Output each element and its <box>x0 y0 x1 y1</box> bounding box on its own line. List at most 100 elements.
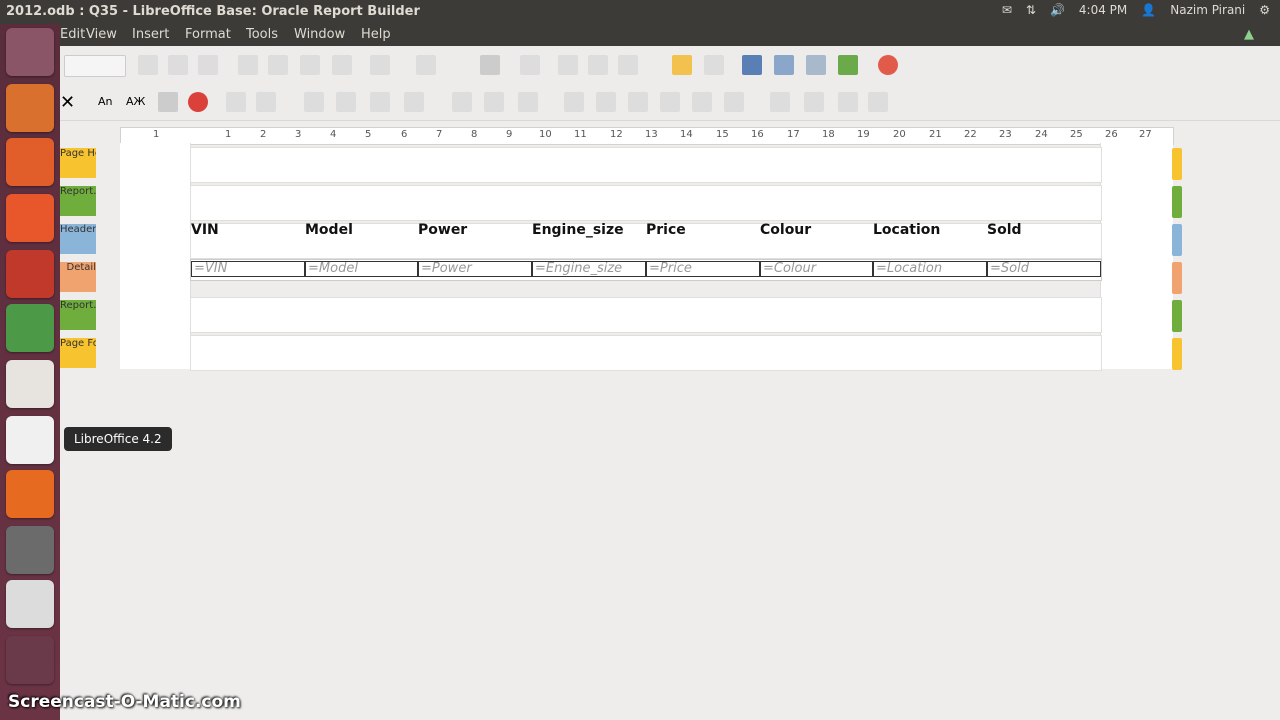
copy-icon[interactable] <box>588 55 608 75</box>
shrink-top-icon[interactable] <box>484 92 504 112</box>
page-header-section[interactable] <box>190 147 1102 183</box>
report-footer-section[interactable] <box>190 297 1102 333</box>
field-model[interactable]: =Model <box>305 261 418 277</box>
section-tab-page-header[interactable]: Page He… <box>60 148 96 178</box>
menu-help[interactable]: Help <box>361 27 391 42</box>
power-icon[interactable]: ⚙ <box>1259 3 1270 17</box>
distribute-h-icon[interactable] <box>770 92 790 112</box>
ubuntu-software-icon[interactable] <box>6 138 54 186</box>
user-name[interactable]: Nazim Pirani <box>1170 3 1245 17</box>
align-left-objects-icon[interactable] <box>304 92 324 112</box>
header-label-sold[interactable]: Sold <box>987 222 1022 238</box>
close-icon[interactable]: ✕ <box>60 92 75 113</box>
align-right-icon[interactable] <box>300 55 320 75</box>
workspace-switcher-icon[interactable] <box>6 636 54 684</box>
section-tab-header[interactable]: Header <box>60 224 96 254</box>
page-footer-section[interactable] <box>190 335 1102 371</box>
menu-view[interactable]: View <box>86 27 117 42</box>
field-price[interactable]: =Price <box>646 261 760 277</box>
menu-window[interactable]: Window <box>294 27 345 42</box>
undo-icon[interactable] <box>672 55 692 75</box>
section-tab-report-footer[interactable]: Report… <box>60 300 96 330</box>
ruler-tick: 4 <box>330 129 337 140</box>
label-field-icon[interactable]: An <box>98 95 113 108</box>
image-icon[interactable] <box>158 92 178 112</box>
libreoffice-icon[interactable] <box>6 416 54 464</box>
header-label-price[interactable]: Price <box>646 222 686 238</box>
align-left-icon[interactable] <box>238 55 258 75</box>
move-icon[interactable] <box>838 92 858 112</box>
add-field-icon[interactable] <box>774 55 794 75</box>
conditional-format-icon[interactable] <box>370 55 390 75</box>
header-label-model[interactable]: Model <box>305 222 353 238</box>
horizontal-line-icon[interactable] <box>226 92 246 112</box>
redo-icon[interactable] <box>704 55 724 75</box>
chrome-icon[interactable] <box>6 304 54 352</box>
largest-width-icon[interactable] <box>596 92 616 112</box>
bold-icon[interactable] <box>138 55 158 75</box>
header-label-power[interactable]: Power <box>418 222 467 238</box>
paste-icon[interactable] <box>618 55 638 75</box>
grid-icon[interactable] <box>868 92 888 112</box>
menu-insert[interactable]: Insert <box>132 27 169 42</box>
section-tab-report-header[interactable]: Report… <box>60 186 96 216</box>
chart-icon[interactable] <box>188 92 208 112</box>
execute-report-icon[interactable] <box>838 55 858 75</box>
sorting-grouping-icon[interactable] <box>806 55 826 75</box>
system-settings-icon[interactable] <box>6 250 54 298</box>
volume-icon[interactable]: 🔊 <box>1050 3 1065 17</box>
field-vin[interactable]: =VIN <box>191 261 305 277</box>
header-label-colour[interactable]: Colour <box>760 222 811 238</box>
header-label-engine-size[interactable]: Engine_size <box>532 222 624 238</box>
section-tab-page-footer[interactable]: Page Fo… <box>60 338 96 368</box>
field-sold[interactable]: =Sold <box>987 261 1101 277</box>
document-icon[interactable] <box>6 580 54 628</box>
header-label-location[interactable]: Location <box>873 222 940 238</box>
menu-format[interactable]: Format <box>185 27 231 42</box>
report-header-section[interactable] <box>190 185 1102 221</box>
smallest-width-icon[interactable] <box>564 92 584 112</box>
section-align-right-icon[interactable] <box>724 92 744 112</box>
firefox-icon[interactable] <box>6 470 54 518</box>
section-tab-detail[interactable]: Detail <box>60 262 96 292</box>
ubuntu-dash-icon[interactable] <box>6 28 54 76</box>
vertical-line-icon[interactable] <box>256 92 276 112</box>
border-icon[interactable] <box>416 55 436 75</box>
text-box-icon[interactable]: AЖ <box>126 95 145 108</box>
screenshot-icon[interactable] <box>6 526 54 574</box>
up-arrow-icon[interactable]: ▲ <box>1244 27 1254 42</box>
largest-height-icon[interactable] <box>660 92 680 112</box>
align-center-icon[interactable] <box>268 55 288 75</box>
field-power[interactable]: =Power <box>418 261 532 277</box>
menu-tools[interactable]: Tools <box>246 27 278 42</box>
clock[interactable]: 4:04 PM <box>1079 3 1127 17</box>
ubuntu-one-icon[interactable] <box>6 194 54 242</box>
smallest-height-icon[interactable] <box>628 92 648 112</box>
network-icon[interactable]: ⇅ <box>1026 3 1036 17</box>
underline-icon[interactable] <box>198 55 218 75</box>
shrink-icon[interactable] <box>452 92 472 112</box>
cut-icon[interactable] <box>558 55 578 75</box>
distribute-v-icon[interactable] <box>804 92 824 112</box>
horizontal-ruler[interactable]: 1 1 2 3 4 5 6 7 8 9 10 11 12 13 14 15 16… <box>120 127 1174 145</box>
field-colour[interactable]: =Colour <box>760 261 873 277</box>
section-align-left-icon[interactable] <box>692 92 712 112</box>
field-location[interactable]: =Location <box>873 261 987 277</box>
libreoffice-base-icon[interactable] <box>6 360 54 408</box>
help-icon[interactable] <box>878 55 898 75</box>
edit-icon[interactable] <box>520 55 540 75</box>
header-label-vin[interactable]: VIN <box>191 222 219 238</box>
italic-icon[interactable] <box>168 55 188 75</box>
shrink-bottom-icon[interactable] <box>518 92 538 112</box>
field-engine-size[interactable]: =Engine_size <box>532 261 646 277</box>
align-top-objects-icon[interactable] <box>370 92 390 112</box>
menu-edit[interactable]: Edit <box>60 27 85 42</box>
files-icon[interactable] <box>6 84 54 132</box>
align-center-objects-icon[interactable] <box>336 92 356 112</box>
mail-icon[interactable]: ✉ <box>1002 3 1012 17</box>
report-navigator-icon[interactable] <box>742 55 762 75</box>
justify-icon[interactable] <box>332 55 352 75</box>
align-bottom-objects-icon[interactable] <box>404 92 424 112</box>
font-size-combo[interactable] <box>64 55 126 77</box>
save-icon[interactable] <box>480 55 500 75</box>
